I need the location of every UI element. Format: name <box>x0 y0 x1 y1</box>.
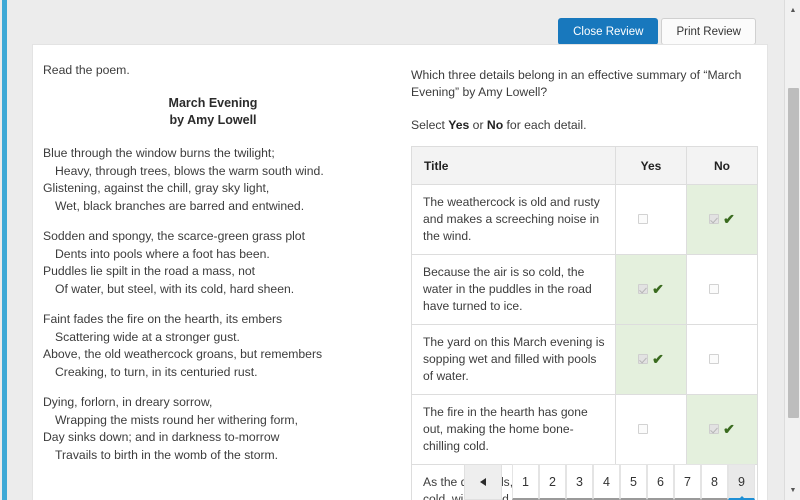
poem-line: Wrapping the mists round her withering f… <box>55 412 298 427</box>
checkmark-icon: ✔ <box>723 420 735 437</box>
page-button[interactable]: 8 <box>701 464 728 500</box>
checkbox-icon[interactable] <box>638 423 649 434</box>
page-button[interactable]: 2 <box>539 464 566 500</box>
poem-byline: by Amy Lowell <box>169 113 257 127</box>
yes-option-cell[interactable]: ✔ <box>615 324 687 395</box>
poem-line: Scattering wide at a stronger gust. <box>55 329 240 344</box>
yes-option-cell[interactable]: ✔ <box>615 254 687 325</box>
poem-line: Day sinks down; and in darkness to-morro… <box>43 430 280 444</box>
two-column-layout: Read the poem. March Evening by Amy Lowe… <box>33 45 769 500</box>
page-button[interactable]: 9 <box>728 464 755 500</box>
poem-line: Glistening, against the chill, gray sky … <box>43 181 270 195</box>
scroll-down-icon[interactable]: ▼ <box>785 482 800 498</box>
choice-mark: ✔ <box>709 422 735 436</box>
content-panel: Read the poem. March Evening by Amy Lowe… <box>32 44 768 500</box>
poem-line: Above, the old weathercock groans, but r… <box>43 347 323 361</box>
column-header-yes: Yes <box>615 146 687 185</box>
table-row: The yard on this March evening is soppin… <box>411 324 758 395</box>
checkbox-checked-icon[interactable] <box>638 283 649 294</box>
question-instruction: Select Yes or No for each detail. <box>411 118 757 132</box>
checkbox-checked-icon[interactable] <box>709 213 720 224</box>
checkmark-icon: ✔ <box>652 350 664 367</box>
no-option-cell[interactable]: ✔ <box>686 184 758 255</box>
poem-line: Wet, black branches are barred and entwi… <box>55 198 305 213</box>
poem-body: Blue through the window burns the twilig… <box>43 145 383 464</box>
review-toolbar: Close Review Print Review <box>558 18 756 45</box>
question-column: Which three details belong in an effecti… <box>401 45 769 500</box>
page-button[interactable]: 4 <box>593 464 620 500</box>
instruction-yes: Yes <box>448 118 470 132</box>
table-header: Title Yes No <box>411 146 758 185</box>
checkbox-icon[interactable] <box>709 353 720 364</box>
poem-stanza: Blue through the window burns the twilig… <box>43 145 383 215</box>
poem-stanza: Sodden and spongy, the scarce-green gras… <box>43 228 383 298</box>
page-button[interactable]: 5 <box>620 464 647 500</box>
detail-text: The weathercock is old and rusty and mak… <box>411 184 616 255</box>
instruction-suffix: for each detail. <box>503 118 587 132</box>
poem-stanza: Faint fades the fire on the hearth, its … <box>43 311 383 381</box>
checkmark-icon: ✔ <box>652 280 664 297</box>
checkbox-icon[interactable] <box>638 213 649 224</box>
close-review-button[interactable]: Close Review <box>558 18 659 45</box>
page-button[interactable]: 6 <box>647 464 674 500</box>
poem-line: Dying, forlorn, in dreary sorrow, <box>43 395 213 409</box>
poem-line: Blue through the window burns the twilig… <box>43 146 275 160</box>
choice-mark: ✔ <box>638 422 664 436</box>
triangle-left-icon <box>480 478 486 486</box>
instruction-no: No <box>486 118 504 132</box>
poem-heading: March Evening by Amy Lowell <box>108 95 318 129</box>
table-row: The weathercock is old and rusty and mak… <box>411 184 758 255</box>
poem-line: Sodden and spongy, the scarce-green gras… <box>43 229 305 243</box>
question-prompt: Which three details belong in an effecti… <box>411 68 742 99</box>
checkbox-icon[interactable] <box>709 283 720 294</box>
poem-line: Faint fades the fire on the hearth, its … <box>43 312 283 326</box>
table-header-row: Title Yes No <box>411 146 758 185</box>
poem-line: Of water, but steel, with its cold, hard… <box>55 281 295 296</box>
table-row: Because the air is so cold, the water in… <box>411 254 758 325</box>
choice-mark: ✔ <box>638 212 664 226</box>
page-button[interactable]: 7 <box>674 464 701 500</box>
previous-page-button[interactable] <box>464 464 502 500</box>
read-instruction: Read the poem. <box>43 63 130 77</box>
choice-mark: ✔ <box>709 352 735 366</box>
column-header-no: No <box>686 146 758 185</box>
checkbox-checked-icon[interactable] <box>638 353 649 364</box>
checkbox-checked-icon[interactable] <box>709 423 720 434</box>
page-number-list: 123456789 <box>512 464 755 500</box>
no-option-cell[interactable]: ✔ <box>686 324 758 395</box>
poem-title: March Evening <box>168 96 258 110</box>
left-accent-stripe <box>2 0 7 500</box>
scrollbar-thumb[interactable] <box>788 88 799 418</box>
review-screen: Close Review Print Review Read the poem.… <box>0 0 800 500</box>
yes-option-cell[interactable]: ✔ <box>615 184 687 255</box>
instruction-middle: or <box>469 118 487 132</box>
page-button[interactable]: 3 <box>566 464 593 500</box>
poem-line: Creaking, to turn, in its centuried rust… <box>55 364 258 379</box>
detail-text: The yard on this March evening is soppin… <box>411 324 616 395</box>
poem-line: Dents into pools where a foot has been. <box>55 246 270 261</box>
page-button[interactable]: 1 <box>512 464 539 500</box>
vertical-scrollbar[interactable]: ▲ ▼ <box>784 0 800 500</box>
scroll-up-icon[interactable]: ▲ <box>785 2 800 18</box>
choice-mark: ✔ <box>709 212 735 226</box>
checkmark-icon: ✔ <box>723 210 735 227</box>
poem-line: Heavy, through trees, blows the warm sou… <box>55 163 324 178</box>
yes-no-table: Title Yes No The weathercock is old and … <box>411 146 758 500</box>
poem-line: Puddles lie spilt in the road a mass, no… <box>43 264 256 278</box>
choice-mark: ✔ <box>638 282 664 296</box>
detail-text: Because the air is so cold, the water in… <box>411 254 616 325</box>
column-header-title: Title <box>411 146 616 185</box>
print-review-button[interactable]: Print Review <box>661 18 756 45</box>
no-option-cell[interactable]: ✔ <box>686 254 758 325</box>
instruction-prefix: Select <box>411 118 449 132</box>
passage-column: Read the poem. March Evening by Amy Lowe… <box>33 45 401 462</box>
pagination: 123456789 <box>33 450 769 500</box>
choice-mark: ✔ <box>638 352 664 366</box>
choice-mark: ✔ <box>709 282 735 296</box>
pagination-inner: 123456789 <box>464 464 755 500</box>
